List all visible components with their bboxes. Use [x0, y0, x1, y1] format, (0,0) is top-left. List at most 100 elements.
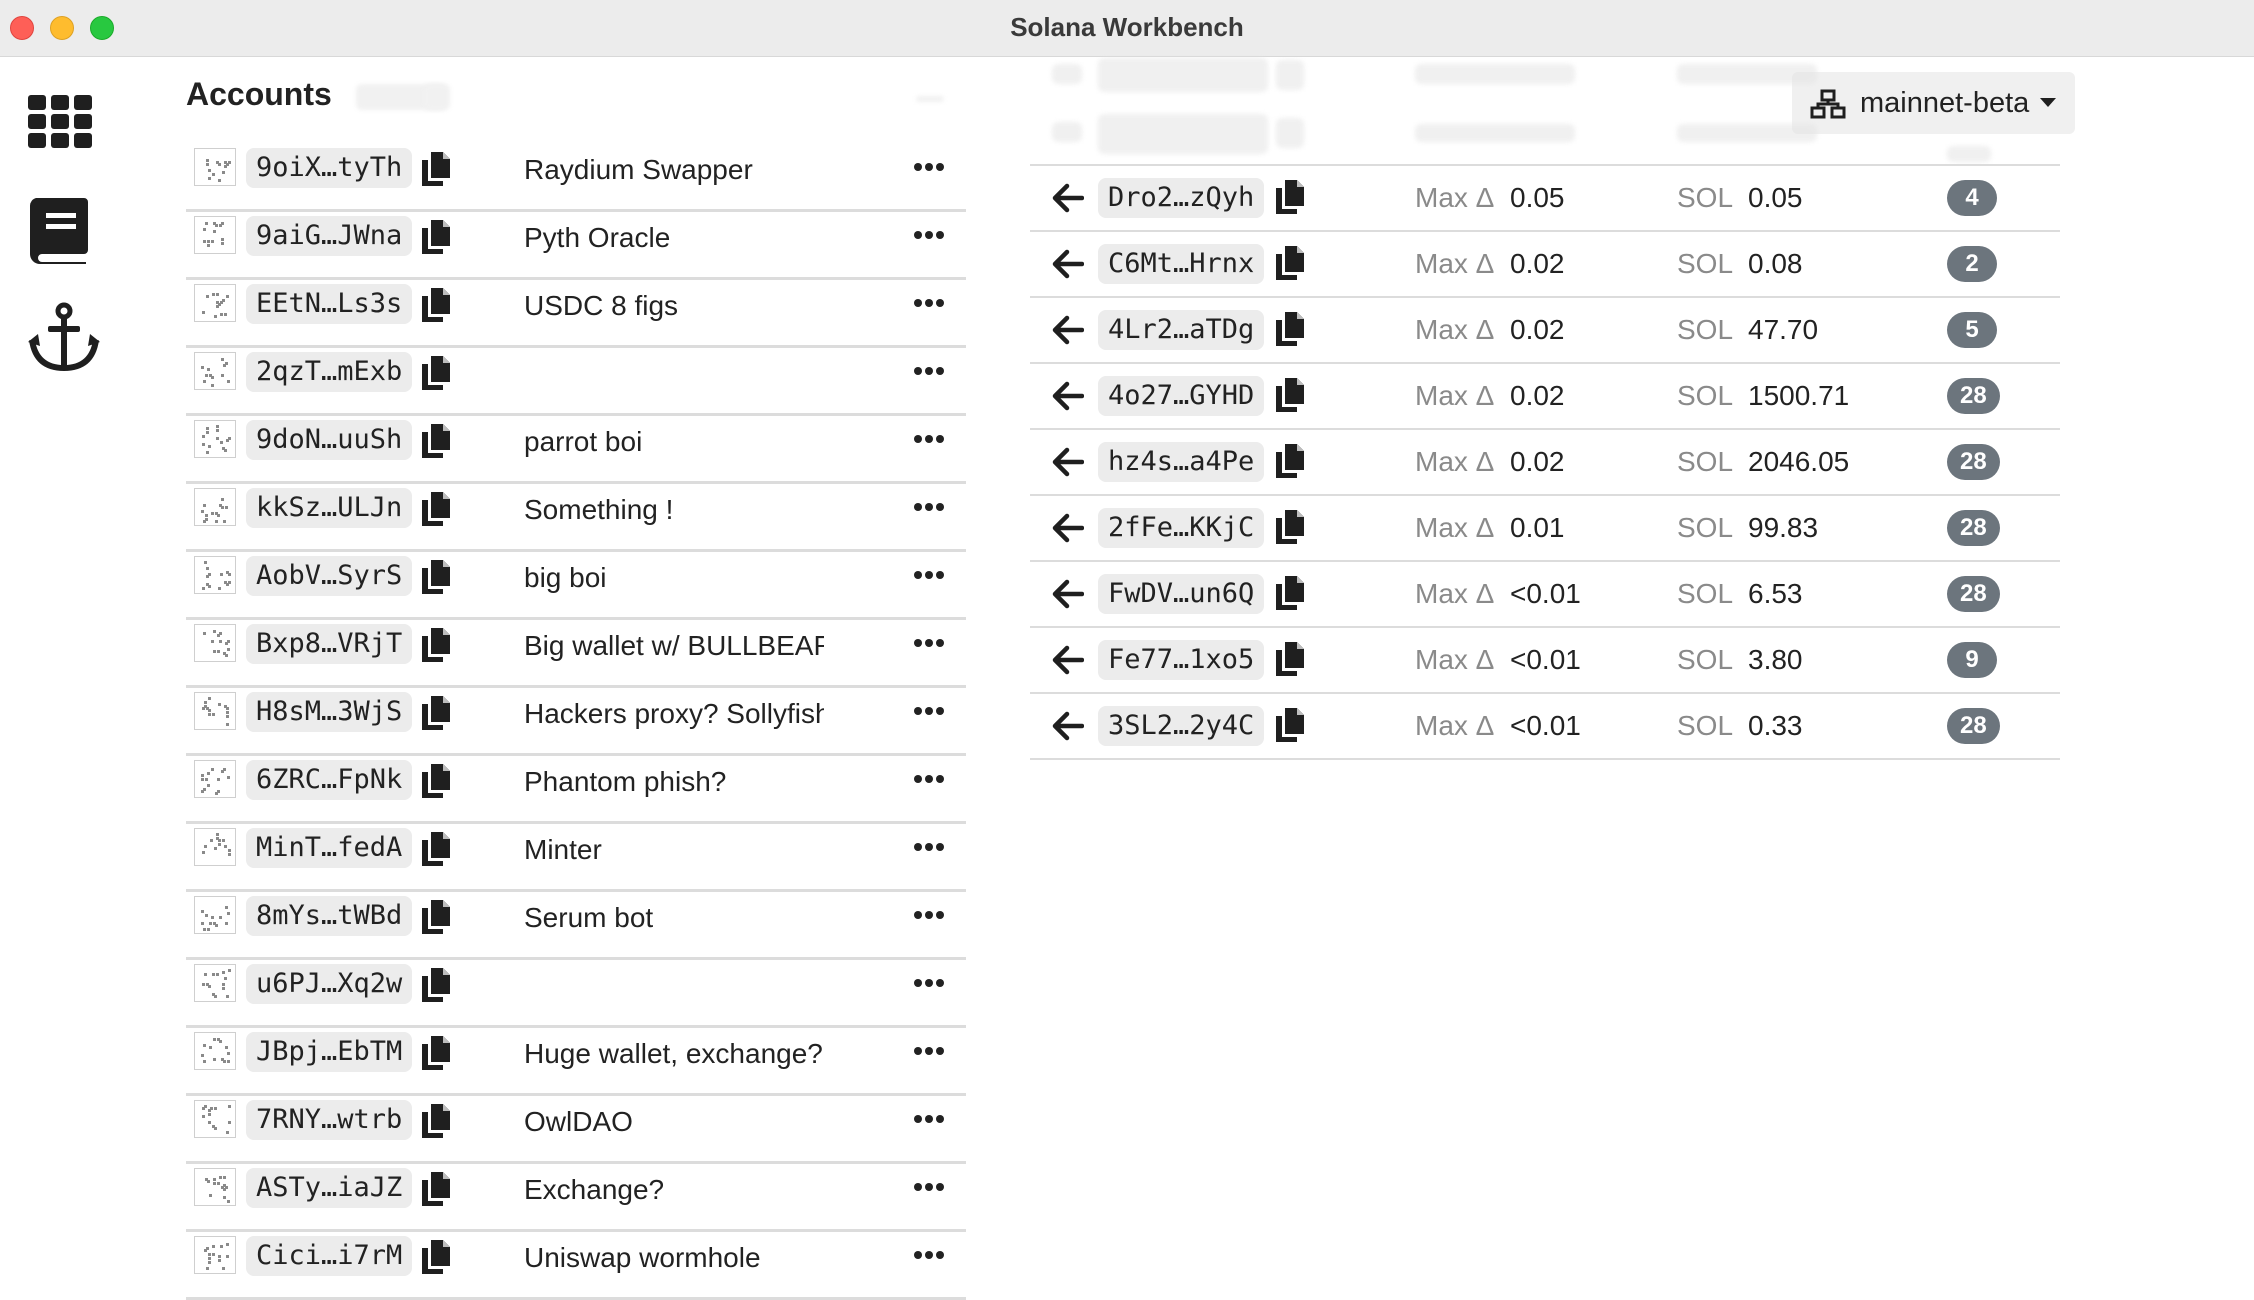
- transaction-pubkey[interactable]: 4Lr2…aTDg: [1098, 310, 1265, 350]
- account-row[interactable]: 2qzT…mExb: [186, 348, 966, 416]
- copy-icon[interactable]: [422, 356, 450, 390]
- copy-icon[interactable]: [422, 560, 450, 594]
- account-pubkey[interactable]: MinT…fedA: [246, 828, 413, 868]
- transaction-row[interactable]: 2fFe…KKjC Max Δ 0.01 SOL 99.83 28: [1030, 496, 2060, 562]
- transaction-pubkey[interactable]: 3SL2…2y4C: [1098, 706, 1265, 746]
- copy-icon[interactable]: [422, 424, 450, 458]
- copy-icon[interactable]: [1276, 510, 1304, 544]
- transaction-pubkey[interactable]: C6Mt…Hrnx: [1098, 244, 1265, 284]
- account-label[interactable]: Serum bot: [524, 898, 824, 938]
- copy-icon[interactable]: [422, 1172, 450, 1206]
- copy-icon[interactable]: [422, 152, 450, 186]
- more-options-icon[interactable]: [914, 775, 944, 785]
- more-options-icon[interactable]: [914, 1183, 944, 1193]
- transaction-pubkey[interactable]: Fe77…1xo5: [1098, 640, 1265, 680]
- copy-icon[interactable]: [422, 900, 450, 934]
- copy-icon[interactable]: [422, 764, 450, 798]
- account-row[interactable]: 7RNY…wtrb OwlDAO: [186, 1096, 966, 1164]
- account-label[interactable]: Big wallet w/ BULLBEAR: [524, 626, 824, 666]
- account-label[interactable]: big boi: [524, 558, 824, 598]
- account-row[interactable]: 9doN…uuSh parrot boi: [186, 416, 966, 484]
- account-row[interactable]: JBpj…EbTM Huge wallet, exchange?: [186, 1028, 966, 1096]
- transaction-row[interactable]: Fe77…1xo5 Max Δ <0.01 SOL 3.80 9: [1030, 628, 2060, 694]
- account-pubkey[interactable]: JBpj…EbTM: [246, 1032, 413, 1072]
- account-pubkey[interactable]: Cici…i7rM: [246, 1236, 413, 1276]
- account-row[interactable]: 6ZRC…FpNk Phantom phish?: [186, 756, 966, 824]
- arrow-left-icon[interactable]: [1052, 447, 1085, 477]
- transaction-row[interactable]: 4Lr2…aTDg Max Δ 0.02 SOL 47.70 5: [1030, 298, 2060, 364]
- copy-icon[interactable]: [1276, 708, 1304, 742]
- copy-icon[interactable]: [1276, 180, 1304, 214]
- transaction-row[interactable]: Dro2…zQyh Max Δ 0.05 SOL 0.05 4: [1030, 166, 2060, 232]
- transaction-row[interactable]: 3SL2…2y4C Max Δ <0.01 SOL 0.33 28: [1030, 694, 2060, 760]
- account-pubkey[interactable]: H8sM…3WjS: [246, 692, 413, 732]
- sidebar-item-anchor[interactable]: [28, 302, 100, 379]
- account-row[interactable]: ASTy…iaJZ Exchange?: [186, 1164, 966, 1232]
- more-options-icon[interactable]: [914, 1047, 944, 1057]
- copy-icon[interactable]: [422, 832, 450, 866]
- account-label[interactable]: OwlDAO: [524, 1102, 824, 1142]
- account-pubkey[interactable]: 9oiX…tyTh: [246, 148, 413, 188]
- copy-icon[interactable]: [422, 492, 450, 526]
- account-row[interactable]: 8mYs…tWBd Serum bot: [186, 892, 966, 960]
- more-options-icon[interactable]: [914, 639, 944, 649]
- copy-icon[interactable]: [422, 288, 450, 322]
- more-options-icon[interactable]: [914, 1251, 944, 1261]
- account-row[interactable]: kkSz…ULJn Something !: [186, 484, 966, 552]
- more-options-icon[interactable]: [914, 367, 944, 377]
- more-options-icon[interactable]: [914, 571, 944, 581]
- transaction-pubkey[interactable]: FwDV…un6Q: [1098, 574, 1265, 614]
- copy-icon[interactable]: [422, 220, 450, 254]
- account-pubkey[interactable]: EEtN…Ls3s: [246, 284, 413, 324]
- account-row[interactable]: H8sM…3WjS Hackers proxy? Sollyfish: [186, 688, 966, 756]
- account-label[interactable]: USDC 8 figs: [524, 286, 824, 326]
- account-label[interactable]: Raydium Swapper: [524, 150, 824, 190]
- account-pubkey[interactable]: kkSz…ULJn: [246, 488, 413, 528]
- account-pubkey[interactable]: 7RNY…wtrb: [246, 1100, 413, 1140]
- arrow-left-icon[interactable]: [1052, 711, 1085, 741]
- more-options-icon[interactable]: [914, 707, 944, 717]
- copy-icon[interactable]: [422, 1036, 450, 1070]
- more-options-icon[interactable]: [914, 911, 944, 921]
- transaction-pubkey[interactable]: 4o27…GYHD: [1098, 376, 1265, 416]
- account-row[interactable]: MinT…fedA Minter: [186, 824, 966, 892]
- transaction-pubkey[interactable]: Dro2…zQyh: [1098, 178, 1265, 218]
- account-row[interactable]: u6PJ…Xq2w: [186, 960, 966, 1028]
- account-pubkey[interactable]: 6ZRC…FpNk: [246, 760, 413, 800]
- sidebar-item-accounts[interactable]: [26, 92, 94, 157]
- arrow-left-icon[interactable]: [1052, 579, 1085, 609]
- arrow-left-icon[interactable]: [1052, 183, 1085, 213]
- transaction-pubkey[interactable]: hz4s…a4Pe: [1098, 442, 1265, 482]
- account-pubkey[interactable]: Bxp8…VRjT: [246, 624, 413, 664]
- sidebar-item-docs[interactable]: [28, 196, 90, 271]
- account-label[interactable]: Exchange?: [524, 1170, 824, 1210]
- copy-icon[interactable]: [422, 1104, 450, 1138]
- account-pubkey[interactable]: 8mYs…tWBd: [246, 896, 413, 936]
- account-label[interactable]: [524, 354, 824, 394]
- copy-icon[interactable]: [1276, 642, 1304, 676]
- account-label[interactable]: parrot boi: [524, 422, 824, 462]
- account-label[interactable]: Phantom phish?: [524, 762, 824, 802]
- more-options-icon[interactable]: [914, 435, 944, 445]
- more-options-icon[interactable]: [914, 1115, 944, 1125]
- account-pubkey[interactable]: AobV…SyrS: [246, 556, 413, 596]
- arrow-left-icon[interactable]: [1052, 381, 1085, 411]
- copy-icon[interactable]: [1276, 312, 1304, 346]
- account-label[interactable]: [524, 966, 824, 1006]
- arrow-left-icon[interactable]: [1052, 645, 1085, 675]
- account-row[interactable]: 9oiX…tyTh Raydium Swapper: [186, 144, 966, 212]
- account-pubkey[interactable]: ASTy…iaJZ: [246, 1168, 413, 1208]
- arrow-left-icon[interactable]: [1052, 315, 1085, 345]
- account-label[interactable]: Uniswap wormhole: [524, 1238, 824, 1278]
- arrow-left-icon[interactable]: [1052, 249, 1085, 279]
- account-row[interactable]: 9aiG…JWna Pyth Oracle: [186, 212, 966, 280]
- more-options-icon[interactable]: [914, 503, 944, 513]
- account-row[interactable]: EEtN…Ls3s USDC 8 figs: [186, 280, 966, 348]
- transaction-pubkey[interactable]: 2fFe…KKjC: [1098, 508, 1265, 548]
- transaction-row[interactable]: 4o27…GYHD Max Δ 0.02 SOL 1500.71 28: [1030, 364, 2060, 430]
- transaction-row[interactable]: C6Mt…Hrnx Max Δ 0.02 SOL 0.08 2: [1030, 232, 2060, 298]
- more-options-icon[interactable]: [914, 299, 944, 309]
- copy-icon[interactable]: [422, 696, 450, 730]
- transaction-row[interactable]: hz4s…a4Pe Max Δ 0.02 SOL 2046.05 28: [1030, 430, 2060, 496]
- account-label[interactable]: Hackers proxy? Sollyfish: [524, 694, 824, 734]
